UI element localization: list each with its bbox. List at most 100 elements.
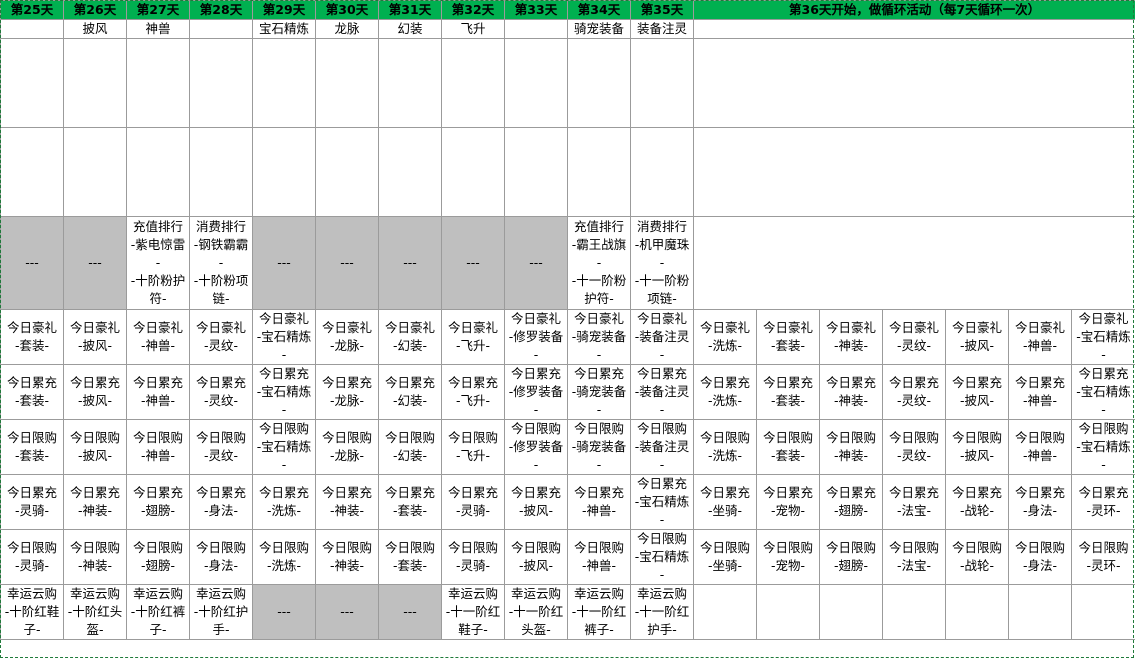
ranking-cell[interactable]: ---	[0, 216, 64, 310]
activity-cell[interactable]: 今日限购 -洗炼-	[252, 529, 316, 585]
activity-cell[interactable]: 今日豪礼 -灵纹-	[189, 309, 253, 365]
ranking-cell[interactable]: ---	[504, 216, 568, 310]
activity-cell[interactable]: 今日限购 -套装-	[0, 419, 64, 475]
cell-blank[interactable]	[630, 38, 694, 128]
activity-cell[interactable]: 今日限购 -神兽-	[567, 529, 631, 585]
activity-cell[interactable]: 今日限购 -战轮-	[945, 529, 1009, 585]
activity-cell[interactable]: 今日限购 -套装-	[378, 529, 442, 585]
activity-cell[interactable]: 今日累充 -披风-	[504, 474, 568, 530]
activity-cell[interactable]: 今日累充 -套装-	[756, 364, 820, 420]
activity-cell[interactable]: 今日累充 -骑宠装备 -	[567, 364, 631, 420]
subheader-cell[interactable]	[0, 19, 64, 39]
ranking-cell[interactable]: 消费排行 -钢铁霸霸 - -十阶粉项 链-	[189, 216, 253, 310]
activity-cell[interactable]: 今日限购 -神装-	[315, 529, 379, 585]
activity-cell[interactable]: 今日限购 -坐骑-	[693, 529, 757, 585]
activity-cell[interactable]: 今日豪礼 -披风-	[63, 309, 127, 365]
activity-cell[interactable]: 今日豪礼 -神兽-	[126, 309, 190, 365]
cell-blank[interactable]	[567, 127, 631, 217]
subheader-cell[interactable]: 宝石精炼	[252, 19, 316, 39]
ranking-cell[interactable]: 充值排行 -霸王战旗 - -十一阶粉 护符-	[567, 216, 631, 310]
activity-cell[interactable]: 今日累充 -神兽-	[567, 474, 631, 530]
day-header-cell[interactable]: 第29天	[252, 0, 316, 20]
day-header-cell[interactable]: 第33天	[504, 0, 568, 20]
cell-blank[interactable]	[441, 38, 505, 128]
cell-blank[interactable]	[504, 38, 568, 128]
subheader-cell[interactable]: 龙脉	[315, 19, 379, 39]
activity-cell[interactable]: ---	[315, 584, 379, 640]
activity-cell[interactable]: 今日豪礼 -宝石精炼 -	[1070, 309, 1135, 365]
activity-cell[interactable]: 今日累充 -宝石精炼 -	[630, 474, 694, 530]
activity-cell[interactable]: 今日累充 -神兽-	[1008, 364, 1072, 420]
day-header-cell[interactable]: 第28天	[189, 0, 253, 20]
activity-cell[interactable]: 今日限购 -宝石精炼 -	[252, 419, 316, 475]
activity-cell[interactable]: 今日累充 -神装-	[63, 474, 127, 530]
activity-cell[interactable]: 今日豪礼 -龙脉-	[315, 309, 379, 365]
activity-cell[interactable]: 幸运云购 -十一阶红 裤子-	[567, 584, 631, 640]
activity-cell[interactable]: 今日豪礼 -修罗装备 -	[504, 309, 568, 365]
activity-cell[interactable]: 今日限购 -飞升-	[441, 419, 505, 475]
activity-cell[interactable]: 今日限购 -洗炼-	[693, 419, 757, 475]
activity-cell[interactable]: 今日累充 -灵骑-	[441, 474, 505, 530]
activity-cell[interactable]: 今日累充 -翅膀-	[126, 474, 190, 530]
activity-cell[interactable]: 今日累充 -披风-	[63, 364, 127, 420]
activity-cell[interactable]: 今日限购 -神兽-	[126, 419, 190, 475]
activity-cell[interactable]: 幸运云购 -十阶红护 手-	[189, 584, 253, 640]
activity-cell[interactable]: 幸运云购 -十一阶红 鞋子-	[441, 584, 505, 640]
ranking-cell[interactable]: 消费排行 -机甲魔珠 - -十一阶粉 项链-	[630, 216, 694, 310]
activity-cell[interactable]: 今日累充 -装备注灵 -	[630, 364, 694, 420]
activity-cell[interactable]: 今日累充 -修罗装备 -	[504, 364, 568, 420]
activity-cell[interactable]: 今日限购 -宝石精炼 -	[1070, 419, 1135, 475]
subheader-cell[interactable]: 神兽	[126, 19, 190, 39]
cell-blank[interactable]	[378, 38, 442, 128]
activity-cell[interactable]: 今日限购 -灵环-	[1070, 529, 1135, 585]
activity-cell[interactable]: 今日累充 -神装-	[315, 474, 379, 530]
activity-cell[interactable]: 今日限购 -灵骑-	[441, 529, 505, 585]
ranking-cell[interactable]: ---	[378, 216, 442, 310]
activity-cell[interactable]: 今日豪礼 -套装-	[0, 309, 64, 365]
activity-cell[interactable]: 幸运云购 -十阶红头 盔-	[63, 584, 127, 640]
activity-cell[interactable]: 今日限购 -神装-	[63, 529, 127, 585]
cell-blank[interactable]	[504, 127, 568, 217]
activity-cell[interactable]: 今日累充 -套装-	[0, 364, 64, 420]
activity-cell[interactable]: 今日豪礼 -幻装-	[378, 309, 442, 365]
activity-cell[interactable]: 今日限购 -披风-	[63, 419, 127, 475]
activity-cell[interactable]: 幸运云购 -十一阶红 头盔-	[504, 584, 568, 640]
activity-cell[interactable]: 今日累充 -法宝-	[882, 474, 946, 530]
activity-cell[interactable]: 今日限购 -幻装-	[378, 419, 442, 475]
cell-blank[interactable]	[126, 127, 190, 217]
activity-cell[interactable]: 今日限购 -龙脉-	[315, 419, 379, 475]
cell-blank[interactable]	[630, 127, 694, 217]
subheader-cell[interactable]	[504, 19, 568, 39]
activity-cell[interactable]	[882, 584, 946, 640]
activity-cell[interactable]: 今日限购 -装备注灵 -	[630, 419, 694, 475]
day-header-cell[interactable]: 第34天	[567, 0, 631, 20]
activity-cell[interactable]: 今日累充 -坐骑-	[693, 474, 757, 530]
activity-cell[interactable]: 今日累充 -洗炼-	[693, 364, 757, 420]
activity-cell[interactable]: 今日限购 -神兽-	[1008, 419, 1072, 475]
activity-cell[interactable]: 今日累充 -套装-	[378, 474, 442, 530]
activity-cell[interactable]: 今日豪礼 -披风-	[945, 309, 1009, 365]
activity-cell[interactable]	[1070, 584, 1135, 640]
cell-blank[interactable]	[315, 127, 379, 217]
activity-cell[interactable]: 今日豪礼 -宝石精炼 -	[252, 309, 316, 365]
activity-cell[interactable]: 今日累充 -宠物-	[756, 474, 820, 530]
activity-cell[interactable]: 幸运云购 -十阶红鞋 子-	[0, 584, 64, 640]
activity-cell[interactable]: ---	[378, 584, 442, 640]
cell-blank[interactable]	[692, 19, 1135, 39]
activity-cell[interactable]	[819, 584, 883, 640]
activity-cell[interactable]: 今日累充 -宝石精炼 -	[252, 364, 316, 420]
activity-cell[interactable]: 今日豪礼 -洗炼-	[693, 309, 757, 365]
activity-cell[interactable]: 幸运云购 -十一阶红 护手-	[630, 584, 694, 640]
cell-blank[interactable]	[252, 38, 316, 128]
cell-blank[interactable]	[567, 38, 631, 128]
activity-cell[interactable]: 今日累充 -灵纹-	[882, 364, 946, 420]
activity-cell[interactable]: ---	[252, 584, 316, 640]
activity-cell[interactable]: 幸运云购 -十阶红裤 子-	[126, 584, 190, 640]
activity-cell[interactable]: 今日限购 -修罗装备 -	[504, 419, 568, 475]
ranking-cell[interactable]: ---	[315, 216, 379, 310]
day-header-cell[interactable]: 第32天	[441, 0, 505, 20]
cell-blank[interactable]	[252, 127, 316, 217]
cell-blank[interactable]	[0, 127, 64, 217]
activity-cell[interactable]: 今日豪礼 -骑宠装备 -	[567, 309, 631, 365]
activity-cell[interactable]: 今日累充 -灵环-	[1070, 474, 1135, 530]
